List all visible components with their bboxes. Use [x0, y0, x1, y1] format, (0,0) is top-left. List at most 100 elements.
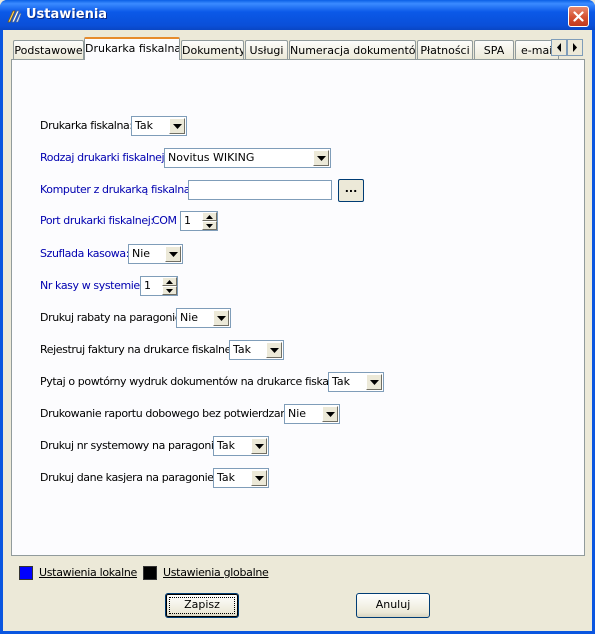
ask-reprint-select[interactable]: Tak — [328, 372, 384, 392]
print-discounts-label: Drukuj rabaty na paragonie: — [40, 311, 185, 324]
port-value: 1 — [184, 214, 191, 227]
cancel-label: Anuluj — [375, 598, 411, 611]
port-stepper[interactable]: 1 — [180, 211, 218, 231]
printer-value: Tak — [135, 119, 154, 132]
save-button[interactable]: Zapisz — [165, 593, 239, 618]
print-sysno-value: Tak — [217, 439, 236, 452]
printer-type-select[interactable]: Novitus WIKING — [164, 148, 331, 168]
tab-scroll-right-button[interactable] — [567, 39, 583, 56]
settings-window: Ustawienia Podstawowe Drukarka fiskalna … — [0, 0, 595, 634]
computer-browse-button[interactable]: ... — [338, 179, 364, 202]
ask-reprint-value: Tak — [332, 375, 351, 388]
chevron-down-icon — [370, 380, 379, 385]
drawer-value: Nie — [132, 247, 151, 260]
dropdown-button[interactable] — [251, 438, 267, 454]
local-settings-link[interactable]: Ustawienia lokalne — [39, 566, 137, 579]
tab-label: Numeracja dokumentów — [290, 44, 416, 57]
form-row-print-sysno: Drukuj nr systemowy na paragonie: Tak — [12, 436, 572, 456]
port-prefix: COM — [152, 214, 177, 227]
tab-scroll-arrows — [551, 39, 583, 56]
register-invoices-select[interactable]: Tak — [229, 340, 284, 360]
register-no-label: Nr kasy w systemie: — [40, 279, 144, 292]
chevron-down-icon — [270, 348, 279, 353]
tab-strip: Podstawowe Drukarka fiskalna Dokumenty U… — [13, 37, 583, 60]
cancel-button[interactable]: Anuluj — [356, 593, 430, 618]
register-no-value: 1 — [144, 279, 151, 292]
tab-label: Usługi — [249, 44, 284, 57]
dropdown-button[interactable] — [165, 246, 181, 262]
print-cashier-select[interactable]: Tak — [213, 468, 269, 488]
dropdown-button[interactable] — [322, 406, 338, 422]
port-increment-button[interactable] — [202, 212, 217, 221]
legend-global: Ustawienia globalne — [143, 564, 293, 580]
register-no-decrement-button[interactable] — [162, 286, 177, 295]
tab-scroll-left-button[interactable] — [551, 39, 567, 56]
caret-down-icon — [166, 289, 173, 293]
form-row-drawer: Szuflada kasowa: Nie — [12, 244, 572, 264]
computer-input[interactable] — [188, 180, 332, 200]
port-label: Port drukarki fiskalnej: — [40, 214, 154, 227]
printer-label: Drukarka fiskalna: — [40, 119, 133, 132]
close-button[interactable] — [568, 6, 589, 27]
legend-local: Ustawienia lokalne — [19, 564, 159, 580]
chevron-down-icon — [169, 252, 178, 257]
form-row-printer-type: Rodzaj drukarki fiskalnej: Novitus WIKIN… — [12, 148, 572, 168]
caret-up-icon — [206, 215, 213, 219]
daily-report-select[interactable]: Nie — [284, 404, 340, 424]
dropdown-button[interactable] — [213, 310, 229, 326]
local-color-swatch — [19, 566, 33, 580]
tab-label: Dokumenty — [182, 44, 244, 57]
tab-label: SPA — [483, 44, 505, 57]
form-row-register-no: Nr kasy w systemie: 1 — [12, 276, 572, 296]
arrow-right-icon — [573, 43, 577, 52]
caret-down-icon — [206, 224, 213, 228]
caret-up-icon — [166, 280, 173, 284]
print-sysno-select[interactable]: Tak — [213, 436, 269, 456]
dropdown-button[interactable] — [266, 342, 282, 358]
drawer-select[interactable]: Nie — [128, 244, 183, 264]
window-client-area: Podstawowe Drukarka fiskalna Dokumenty U… — [3, 30, 592, 631]
print-discounts-select[interactable]: Nie — [176, 308, 231, 328]
print-cashier-label: Drukuj dane kasjera na paragonie: — [40, 471, 217, 484]
tab-uslugi[interactable]: Usługi — [245, 40, 288, 59]
computer-label: Komputer z drukarką fiskalną: — [40, 183, 194, 196]
chevron-down-icon — [217, 316, 226, 321]
register-no-stepper[interactable]: 1 — [140, 276, 178, 296]
form-row-print-discounts: Drukuj rabaty na paragonie: Nie — [12, 308, 572, 328]
form-row-ask-reprint: Pytaj o powtórny wydruk dokumentów na dr… — [12, 372, 577, 392]
form-row-printer: Drukarka fiskalna: Tak — [12, 116, 572, 136]
tab-drukarka-fiskalna[interactable]: Drukarka fiskalna — [84, 37, 180, 60]
global-settings-link[interactable]: Ustawienia globalne — [163, 566, 269, 579]
dropdown-button[interactable] — [313, 150, 329, 166]
form-row-print-cashier: Drukuj dane kasjera na paragonie: Tak — [12, 468, 572, 488]
printer-type-label: Rodzaj drukarki fiskalnej: — [40, 151, 168, 164]
chevron-down-icon — [326, 412, 335, 417]
tab-spa[interactable]: SPA — [474, 40, 514, 59]
tab-label: Płatności — [420, 44, 470, 57]
focus-rect — [169, 597, 235, 614]
ask-reprint-label: Pytaj o powtórny wydruk dokumentów na dr… — [40, 375, 351, 388]
register-invoices-value: Tak — [233, 343, 252, 356]
printer-type-value: Novitus WIKING — [168, 151, 255, 164]
chevron-down-icon — [255, 476, 264, 481]
tab-numeracja-dokumentow[interactable]: Numeracja dokumentów — [289, 40, 416, 59]
global-color-swatch — [143, 566, 157, 580]
window-title: Ustawienia — [26, 7, 108, 22]
title-bar[interactable]: Ustawienia — [0, 0, 595, 30]
chevron-down-icon — [173, 124, 182, 129]
drawer-label: Szuflada kasowa: — [40, 247, 130, 260]
tab-dokumenty[interactable]: Dokumenty — [181, 40, 244, 59]
tab-label: Podstawowe — [14, 44, 83, 57]
print-discounts-value: Nie — [180, 311, 199, 324]
dropdown-button[interactable] — [169, 118, 185, 134]
tab-platnosci[interactable]: Płatności — [417, 40, 473, 59]
form-row-register-invoices: Rejestruj faktury na drukarce fiskalnej:… — [12, 340, 572, 360]
dropdown-button[interactable] — [366, 374, 382, 390]
printer-select[interactable]: Tak — [131, 116, 187, 136]
close-icon — [573, 11, 584, 22]
tab-podstawowe[interactable]: Podstawowe — [13, 40, 84, 59]
tab-panel-drukarka-fiskalna: Drukarka fiskalna: Tak Rodzaj drukarki f… — [11, 59, 585, 556]
dropdown-button[interactable] — [251, 470, 267, 486]
register-no-increment-button[interactable] — [162, 277, 177, 286]
port-decrement-button[interactable] — [202, 221, 217, 230]
